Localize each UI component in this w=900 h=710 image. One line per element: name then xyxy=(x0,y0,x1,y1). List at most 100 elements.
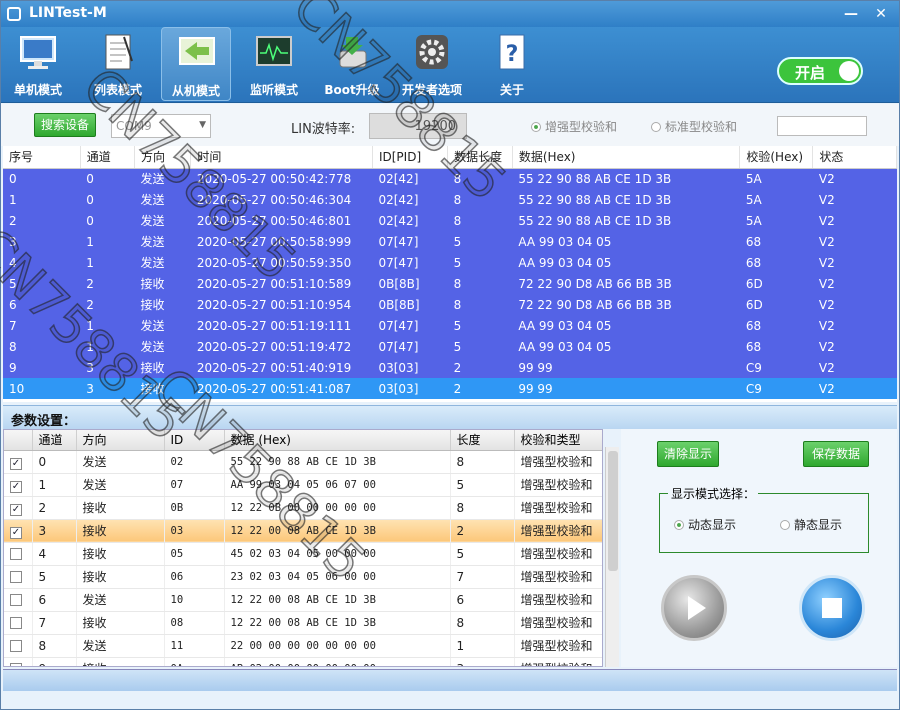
channel-cell[interactable]: 9 xyxy=(32,657,77,666)
checksum-type-cell[interactable]: 增强型校验和 xyxy=(514,542,602,566)
direction-cell[interactable]: 接收 xyxy=(76,565,165,589)
row-checkbox[interactable]: ✓ xyxy=(10,458,22,470)
id-cell[interactable]: 11 xyxy=(164,634,225,658)
toolbar-list-mode[interactable]: 列表模式 xyxy=(83,27,153,101)
column-header[interactable] xyxy=(4,430,33,451)
id-cell[interactable]: 07 xyxy=(164,473,225,497)
params-row[interactable]: 4 接收 05 45 02 03 04 05 00 00 00 5 增强型校验和 xyxy=(4,542,602,566)
data-cell[interactable]: 45 02 03 04 05 00 00 00 xyxy=(224,542,451,566)
monitor-row[interactable]: 7 1 发送 2020-05-27 00:51:19:111 07[47] 5 AA 99 … xyxy=(3,315,897,336)
toolbar-slave-mode[interactable]: 从机模式 xyxy=(161,27,231,101)
row-checkbox[interactable] xyxy=(10,570,22,583)
monitor-row[interactable]: 9 3 接收 2020-05-27 00:51:40:919 03[03] 2 99 99 C… xyxy=(3,357,897,378)
data-cell[interactable]: 22 00 00 00 00 00 00 00 xyxy=(224,634,451,658)
column-header[interactable]: 方向 xyxy=(134,146,192,169)
params-row[interactable]: 6 发送 10 12 22 00 08 AB CE 1D 3B 6 增强型校验和 xyxy=(4,588,602,612)
channel-cell[interactable]: 8 xyxy=(32,634,77,658)
id-cell[interactable]: 05 xyxy=(164,542,225,566)
length-cell[interactable]: 3 xyxy=(450,657,515,666)
direction-cell[interactable]: 发送 xyxy=(76,450,165,474)
radio-enhanced-checksum[interactable]: 增强型校验和 xyxy=(531,118,617,135)
id-cell[interactable]: 02 xyxy=(164,450,225,474)
checksum-type-cell[interactable]: 增强型校验和 xyxy=(514,634,602,658)
toolbar-about[interactable]: ? 关于 xyxy=(477,27,547,101)
direction-cell[interactable]: 发送 xyxy=(76,634,165,658)
params-scrollbar[interactable] xyxy=(605,447,619,667)
baud-input[interactable]: 19200 xyxy=(369,113,467,139)
direction-cell[interactable]: 接收 xyxy=(76,519,165,543)
checksum-type-cell[interactable]: 增强型校验和 xyxy=(514,611,602,635)
id-cell[interactable]: 08 xyxy=(164,611,225,635)
data-cell[interactable]: 12 22 0B 00 00 00 00 00 xyxy=(224,496,451,520)
row-checkbox[interactable] xyxy=(10,639,22,652)
monitor-row[interactable]: 0 0 发送 2020-05-27 00:50:42:778 02[42] 8 55 22 … xyxy=(3,168,897,189)
length-cell[interactable]: 8 xyxy=(450,450,515,474)
monitor-row[interactable]: 10 3 接收 2020-05-27 00:51:41:087 03[03] 2 99 99… xyxy=(3,378,897,399)
monitor-row[interactable]: 6 2 接收 2020-05-27 00:51:10:954 0B[8B] 8 72 22 … xyxy=(3,294,897,315)
data-cell[interactable]: 55 22 90 88 AB CE 1D 3B xyxy=(224,450,451,474)
direction-cell[interactable]: 接收 xyxy=(76,542,165,566)
row-checkbox[interactable] xyxy=(10,593,22,606)
checksum-type-cell[interactable]: 增强型校验和 xyxy=(514,496,602,520)
params-row[interactable]: 5 接收 06 23 02 03 04 05 06 00 00 7 增强型校验和 xyxy=(4,565,602,589)
radio-dynamic-display[interactable]: 动态显示 xyxy=(674,516,736,533)
id-cell[interactable]: 06 xyxy=(164,565,225,589)
clear-display-button[interactable]: 清除显示 xyxy=(657,441,719,467)
row-checkbox[interactable]: ✓ xyxy=(10,481,22,493)
row-checkbox[interactable]: ✓ xyxy=(10,527,22,539)
params-row[interactable]: 9接收0AAB 02 00 00 00 00 00 003增强型校验和 xyxy=(4,657,602,666)
direction-cell[interactable]: 发送 xyxy=(76,473,165,497)
id-cell[interactable]: 0A xyxy=(164,657,225,666)
direction-cell[interactable]: 接收 xyxy=(76,657,165,666)
data-cell[interactable]: 23 02 03 04 05 06 00 00 xyxy=(224,565,451,589)
length-cell[interactable]: 1 xyxy=(450,634,515,658)
column-header[interactable]: 数据 (Hex) xyxy=(224,430,451,451)
length-cell[interactable]: 6 xyxy=(450,588,515,612)
channel-cell[interactable]: 5 xyxy=(32,565,77,589)
direction-cell[interactable]: 接收 xyxy=(76,496,165,520)
save-data-button[interactable]: 保存数据 xyxy=(803,441,869,467)
checksum-type-cell[interactable]: 增强型校验和 xyxy=(514,565,602,589)
column-header[interactable]: 通道 xyxy=(32,430,77,451)
direction-cell[interactable]: 发送 xyxy=(76,588,165,612)
data-cell[interactable]: 12 22 00 08 AB CE 1D 3B xyxy=(224,611,451,635)
params-row[interactable]: ✓ 3 接收 03 12 22 00 08 AB CE 1D 3B 2 增强型校验和 xyxy=(4,519,602,543)
radio-static-display[interactable]: 静态显示 xyxy=(780,516,842,533)
checksum-type-cell[interactable]: 增强型校验和 xyxy=(514,519,602,543)
length-cell[interactable]: 7 xyxy=(450,565,515,589)
column-header[interactable]: 数据长度 xyxy=(447,146,513,169)
column-header[interactable]: 校验和类型 xyxy=(514,430,602,451)
channel-cell[interactable]: 7 xyxy=(32,611,77,635)
row-checkbox[interactable] xyxy=(10,547,22,560)
monitor-row[interactable]: 5 2 接收 2020-05-27 00:51:10:589 0B[8B] 8 72 22 … xyxy=(3,273,897,294)
params-row[interactable]: ✓ 1 发送 07 AA 99 03 04 05 06 07 00 5 增强型校验和 xyxy=(4,473,602,497)
monitor-row[interactable]: 4 1 发送 2020-05-27 00:50:59:350 07[47] 5 AA 99 … xyxy=(3,252,897,273)
toolbar-standalone-mode[interactable]: 单机模式 xyxy=(3,27,73,101)
column-header[interactable]: 状态 xyxy=(812,146,897,169)
length-cell[interactable]: 2 xyxy=(450,519,515,543)
channel-cell[interactable]: 0 xyxy=(32,450,77,474)
id-cell[interactable]: 03 xyxy=(164,519,225,543)
params-row[interactable]: ✓ 0 发送 02 55 22 90 88 AB CE 1D 3B 8 增强型校验和 xyxy=(4,450,602,474)
channel-cell[interactable]: 2 xyxy=(32,496,77,520)
params-row[interactable]: ✓ 2 接收 0B 12 22 0B 00 00 00 00 00 8 增强型校验和 xyxy=(4,496,602,520)
row-checkbox[interactable] xyxy=(10,662,22,666)
params-row[interactable]: 8 发送 11 22 00 00 00 00 00 00 00 1 增强型校验和 xyxy=(4,634,602,658)
row-checkbox[interactable]: ✓ xyxy=(10,504,22,516)
column-header[interactable]: 序号 xyxy=(3,146,81,169)
checksum-type-cell[interactable]: 增强型校验和 xyxy=(514,588,602,612)
search-device-button[interactable]: 搜索设备 xyxy=(34,113,96,137)
monitor-row[interactable]: 1 0 发送 2020-05-27 00:50:46:304 02[42] 8 55 22 … xyxy=(3,189,897,210)
column-header[interactable]: 数据(Hex) xyxy=(512,146,741,169)
data-cell[interactable]: 12 22 00 08 AB CE 1D 3B xyxy=(224,588,451,612)
length-cell[interactable]: 8 xyxy=(450,496,515,520)
channel-cell[interactable]: 4 xyxy=(32,542,77,566)
data-cell[interactable]: AA 99 03 04 05 06 07 00 xyxy=(224,473,451,497)
column-header[interactable]: 通道 xyxy=(80,146,136,169)
length-cell[interactable]: 5 xyxy=(450,542,515,566)
monitor-row[interactable]: 3 1 发送 2020-05-27 00:50:58:999 07[47] 5 AA 99 … xyxy=(3,231,897,252)
channel-cell[interactable]: 6 xyxy=(32,588,77,612)
length-cell[interactable]: 5 xyxy=(450,473,515,497)
start-button[interactable] xyxy=(661,575,727,641)
channel-cell[interactable]: 3 xyxy=(32,519,77,543)
